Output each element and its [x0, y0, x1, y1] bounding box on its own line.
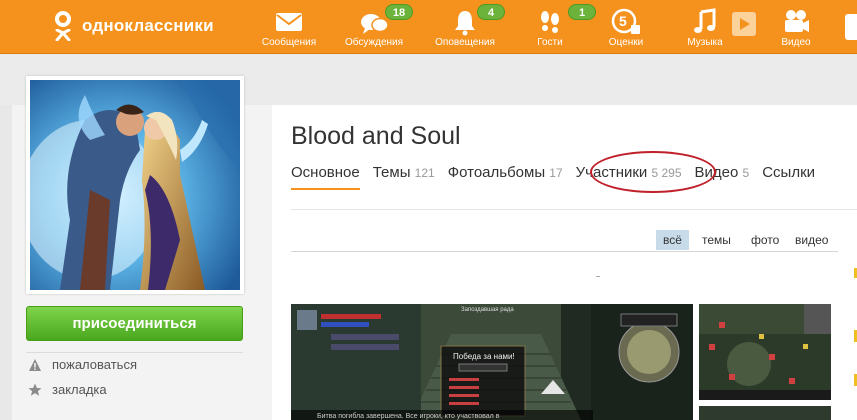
- nav-label: Обсуждения: [344, 37, 404, 48]
- feed-game-screenshot-small[interactable]: [699, 304, 831, 400]
- discussions-badge: 18: [385, 4, 413, 20]
- nav-label: Музыка: [687, 37, 723, 48]
- nav-ratings[interactable]: 5 Оценки: [586, 0, 666, 54]
- play-icon: [740, 18, 750, 30]
- five-plus-icon: 5: [611, 8, 640, 34]
- ok-logo-icon: [52, 11, 74, 41]
- nav-guests[interactable]: 1 Гости: [510, 0, 596, 54]
- tab-main[interactable]: Основное: [291, 164, 360, 190]
- nav-label: Видео: [781, 37, 811, 48]
- tab-photo-albums[interactable]: Фотоальбомы 17: [448, 164, 563, 190]
- feed-game-screenshot-large[interactable]: Победа за нами! Запоздавшая рада Битва п…: [291, 304, 693, 420]
- group-avatar[interactable]: [26, 76, 244, 294]
- tabs-divider: [291, 209, 857, 210]
- bell-icon: [455, 11, 475, 36]
- tab-links[interactable]: Ссылки: [762, 164, 815, 190]
- group-tabs: Основное Темы 121 Фотоальбомы 17 Участни…: [291, 164, 828, 190]
- nav-label: Оповещения: [435, 37, 495, 48]
- tab-label: Основное: [291, 164, 360, 181]
- top-navigation-bar: одноклассники Сообщения 18 Обсуждения 4 …: [0, 0, 857, 54]
- avatar-artwork: [30, 80, 240, 290]
- music-note-icon: [694, 8, 716, 33]
- nav-discussions[interactable]: 18 Обсуждения: [334, 0, 414, 54]
- site-logo[interactable]: одноклассники: [52, 11, 214, 41]
- members-highlight-circle: [590, 151, 716, 193]
- join-group-button[interactable]: присоединиться: [26, 306, 243, 341]
- feed-game-screenshot-small-2[interactable]: [699, 406, 831, 420]
- nav-label: Оценки: [608, 37, 644, 48]
- tab-count: 121: [414, 166, 435, 180]
- footprints-icon: [541, 11, 559, 33]
- group-title: Blood and Soul: [291, 122, 461, 150]
- bookmark-link[interactable]: закладка: [28, 382, 107, 397]
- game-scene-small: [699, 304, 831, 400]
- notifications-badge: 4: [477, 4, 505, 20]
- nav-messages[interactable]: Сообщения: [249, 0, 329, 54]
- filter-underline: [291, 251, 838, 252]
- tab-label: Ссылки: [762, 164, 816, 181]
- nav-label: Сообщения: [261, 37, 317, 48]
- loading-mark: [596, 276, 600, 277]
- nav-video[interactable]: Видео: [756, 0, 836, 54]
- tab-label: Фотоальбомы: [447, 164, 546, 181]
- music-play-button[interactable]: [732, 12, 756, 36]
- star-icon: [28, 383, 42, 396]
- tab-count: 17: [549, 166, 563, 180]
- envelope-icon: [276, 13, 302, 31]
- nav-label: Гости: [537, 37, 563, 48]
- caption-text: Битва погибла завершена. Все игроки, кто…: [317, 412, 500, 420]
- logo-text: одноклассники: [82, 16, 214, 35]
- search-box-edge[interactable]: [845, 14, 857, 40]
- popup-title-text: Запоздавшая рада: [461, 307, 514, 313]
- game-scene: Победа за нами! Запоздавшая рада Битва п…: [291, 304, 693, 420]
- svg-text:5: 5: [619, 13, 627, 29]
- filter-video[interactable]: видео: [788, 230, 835, 250]
- sidebar-divider: [26, 352, 243, 353]
- bookmark-label: закладка: [52, 382, 107, 397]
- report-link[interactable]: пожаловаться: [28, 357, 137, 372]
- victory-text: Победа за нами!: [453, 352, 515, 361]
- warning-icon: [29, 358, 41, 371]
- report-label: пожаловаться: [52, 357, 137, 372]
- filter-topics[interactable]: темы: [695, 230, 738, 250]
- nav-notifications[interactable]: 4 Оповещения: [425, 0, 505, 54]
- filter-photo[interactable]: фото: [744, 230, 786, 250]
- tab-label: Темы: [372, 164, 411, 181]
- tab-topics[interactable]: Темы 121: [373, 164, 435, 190]
- film-camera-icon: [785, 10, 809, 32]
- tab-count: 5: [742, 166, 750, 180]
- filter-all[interactable]: всё: [656, 230, 689, 250]
